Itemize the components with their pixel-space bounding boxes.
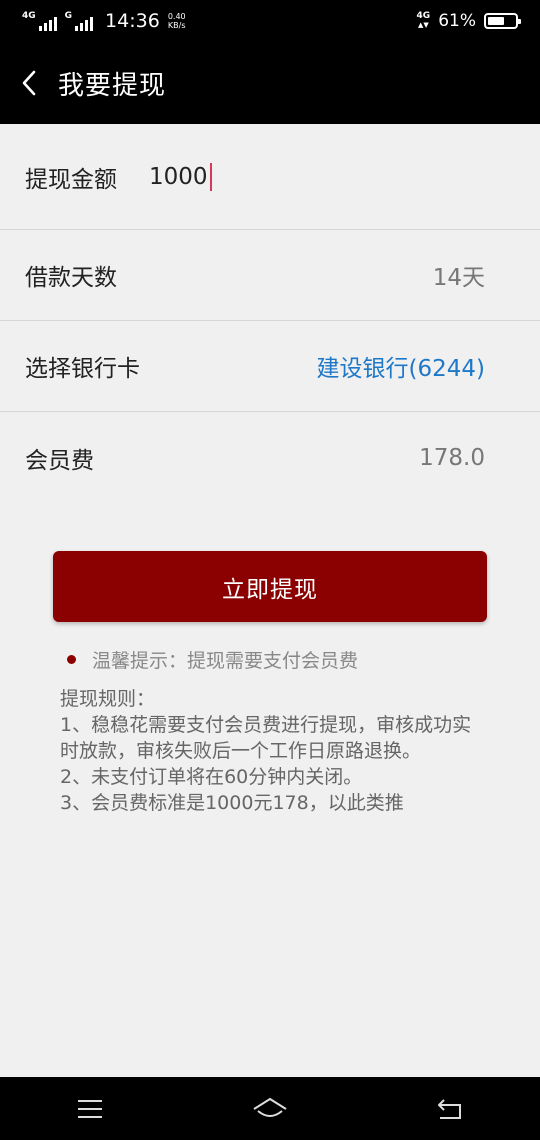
member-fee-value: 178.0 [419, 444, 485, 471]
speed-unit: KB/s [167, 21, 186, 30]
battery-percent: 61% [438, 11, 476, 31]
amount-label: 提现金额 [25, 166, 117, 193]
page-title: 我要提现 [58, 70, 167, 101]
network-type-1: 4G [22, 10, 36, 21]
status-left: 4G G 14:36 0.40 KB/s [22, 10, 186, 32]
battery-fill [488, 17, 504, 25]
network-type-right: 4G ▲▼ [416, 11, 431, 30]
menu-button[interactable] [60, 1077, 120, 1140]
withdraw-rules: 提现规则： 1、稳稳花需要支付会员费进行提现，审核成功实时放款，审核失败后一个工… [60, 686, 480, 816]
speed-value: 0.40 [167, 12, 186, 21]
tip-text: 温馨提示：提现需要支付会员费 [92, 650, 359, 672]
loan-days-value: 14天 [432, 265, 485, 291]
rules-line: 2、未支付订单将在60分钟内关闭。 [60, 766, 363, 788]
back-button[interactable] [0, 42, 58, 124]
network-speed: 0.40 KB/s [168, 12, 186, 30]
rules-title: 提现规则： [60, 688, 156, 710]
back-nav-button[interactable] [420, 1077, 480, 1140]
rules-line: 1、稳稳花需要支付会员费进行提现，审核成功实时放款，审核失败后一个工作日原路退换… [60, 714, 472, 762]
data-arrows-icon: ▲▼ [417, 21, 429, 29]
status-right: 4G ▲▼ 61% [416, 11, 521, 31]
network-type-2: G [64, 10, 73, 21]
signal-2: G [64, 10, 94, 31]
member-fee-label: 会员费 [25, 447, 94, 474]
loan-days-label: 借款天数 [25, 265, 117, 291]
home-icon [253, 1097, 287, 1117]
signal-bars-icon [75, 16, 94, 31]
rules-line: 3、会员费标准是1000元178，以此类推 [60, 792, 404, 814]
tip: 温馨提示：提现需要支付会员费 [67, 646, 358, 673]
status-bar: 4G G 14:36 0.40 KB/s 4G ▲▼ 61% [0, 0, 540, 42]
text-caret [209, 162, 212, 191]
member-fee-row: 会员费 178.0 [0, 412, 540, 503]
signal-bars-icon [38, 16, 57, 31]
status-time: 14:36 [105, 10, 160, 32]
home-button[interactable] [240, 1077, 300, 1140]
loan-days-row: 借款天数 14天 [0, 230, 540, 321]
back-icon [438, 1098, 461, 1119]
app-bar: 我要提现 [0, 42, 540, 124]
amount-row: 提现金额 1000 [0, 124, 540, 230]
bullet-dot-icon [67, 655, 76, 664]
chevron-left-icon [22, 70, 36, 96]
bank-card-label: 选择银行卡 [25, 356, 140, 382]
bank-card-row[interactable]: 选择银行卡 建设银行(6244) [0, 321, 540, 412]
signal-1: 4G [22, 10, 57, 31]
withdraw-button[interactable]: 立即提现 [53, 551, 487, 622]
battery-icon [484, 13, 521, 29]
amount-value: 1000 [149, 163, 208, 190]
withdraw-form: 提现金额 1000 借款天数 14天 选择银行卡 建设银行(6244) 会员费 … [0, 124, 540, 503]
system-nav-bar [0, 1077, 540, 1140]
bank-card-link[interactable]: 建设银行(6244) [317, 349, 485, 383]
menu-icon [78, 1099, 102, 1118]
amount-input[interactable]: 1000 [149, 162, 212, 191]
